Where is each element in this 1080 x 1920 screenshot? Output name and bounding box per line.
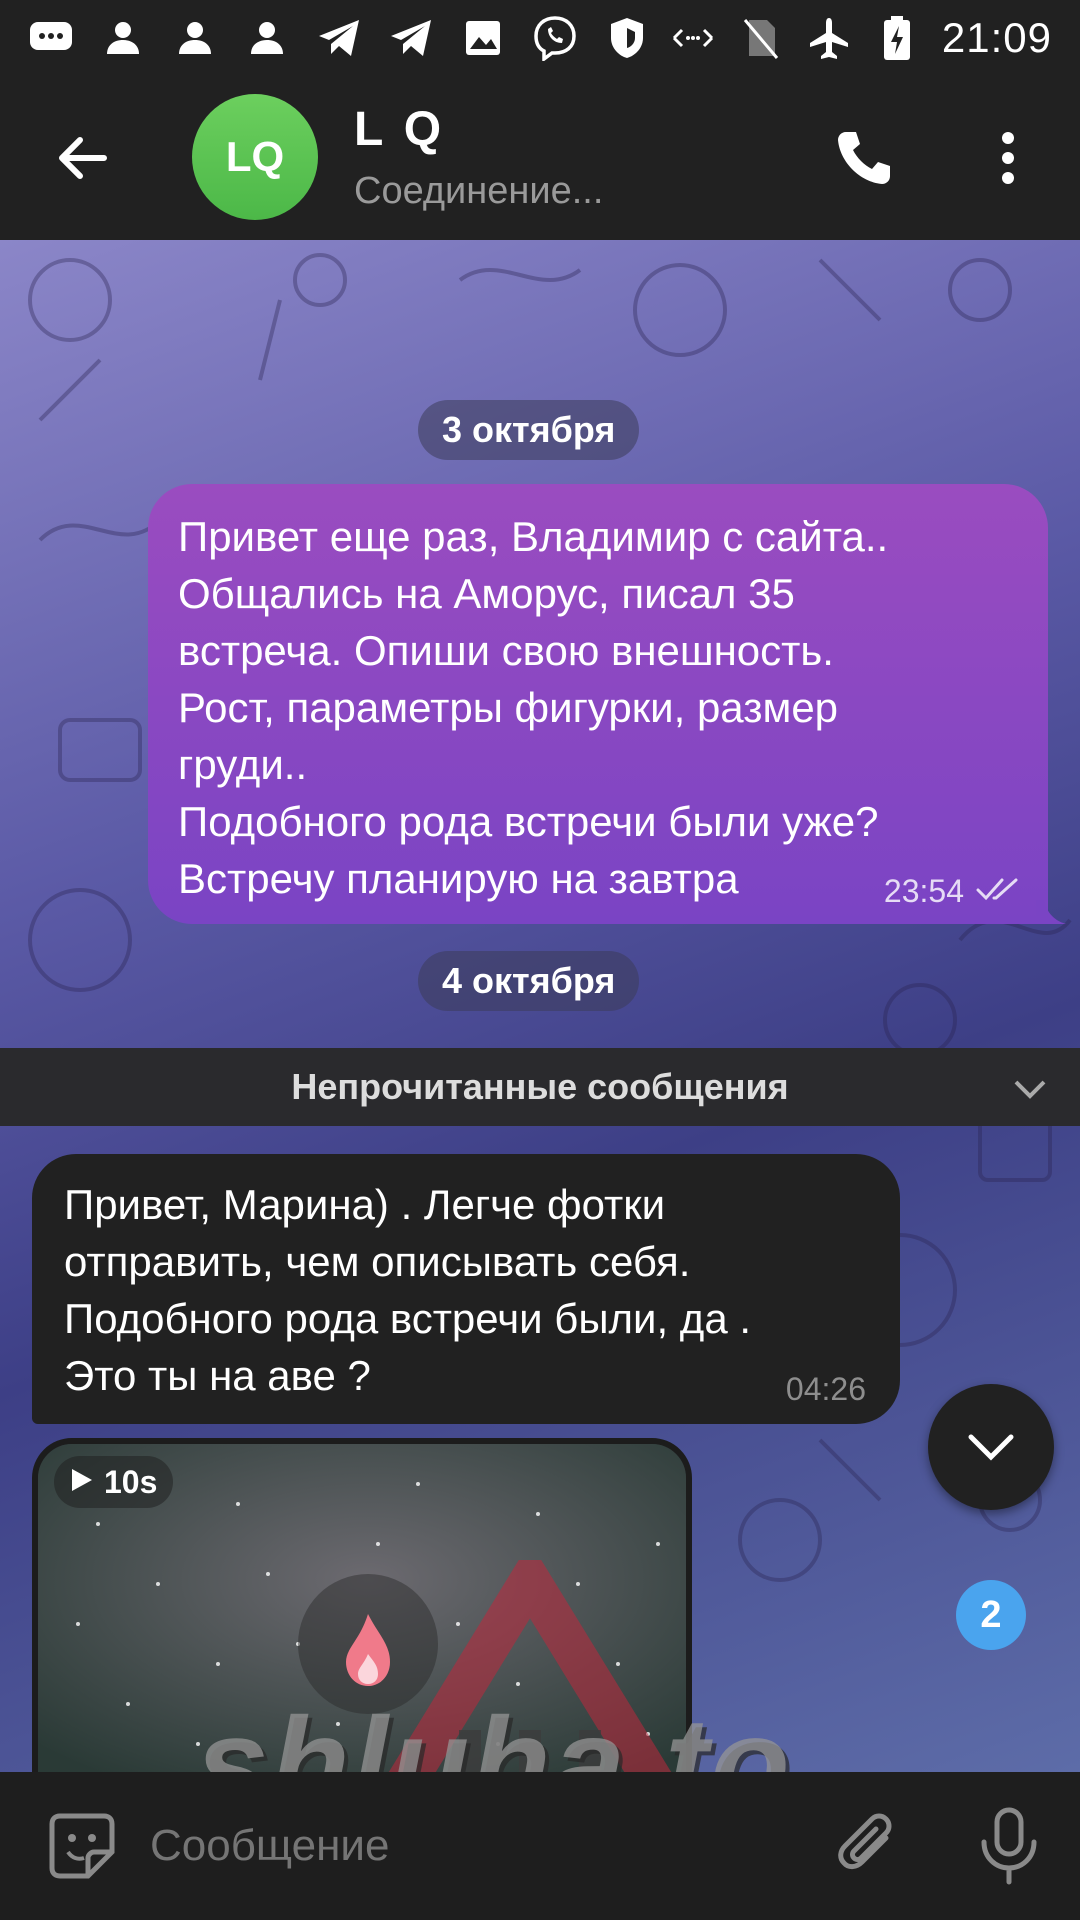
person-icon [100, 15, 146, 61]
message-time: 23:54 [883, 873, 964, 909]
bubble-tail [1036, 900, 1066, 924]
unread-messages-divider: Непрочитанные сообщения [0, 1048, 1080, 1126]
back-arrow-icon[interactable] [52, 128, 112, 188]
status-bar: 21:09 [0, 0, 1080, 76]
person-icon [172, 15, 218, 61]
message-input[interactable] [150, 1808, 790, 1884]
image-icon [460, 15, 506, 61]
paperclip-icon[interactable] [830, 1808, 906, 1884]
chat-area[interactable]: 3 октября Привет еще раз, Владимир с сай… [0, 240, 1080, 1772]
message-meta: 23:54 [884, 873, 1026, 910]
outgoing-message[interactable]: Привет еще раз, Владимир с сайта.. Общал… [148, 484, 1048, 924]
chat-header: LQ L Q Соединение... [0, 76, 1080, 240]
notification-icons [28, 15, 650, 61]
more-vert-icon[interactable] [988, 126, 1028, 190]
unread-count-badge: 2 [956, 1580, 1026, 1650]
unread-label: Непрочитанные сообщения [291, 1066, 789, 1107]
airplane-icon [806, 15, 852, 61]
play-icon [70, 1464, 94, 1501]
video-duration: 10s [104, 1463, 158, 1500]
sticker-emoji-icon[interactable] [44, 1808, 120, 1884]
telegram-icon [388, 15, 434, 61]
video-duration-badge: 10s [54, 1456, 174, 1508]
chevron-down-icon [968, 1434, 1014, 1461]
chevron-down-icon [1010, 1068, 1050, 1108]
telegram-icon [316, 15, 362, 61]
message-input-bar [0, 1772, 1080, 1920]
person-icon [244, 15, 290, 61]
chat-title[interactable]: L Q [354, 102, 445, 157]
no-sim-icon [738, 15, 784, 61]
message-text: Привет еще раз, Владимир с сайта.. Общал… [178, 513, 889, 902]
date-separator: 4 октября [418, 951, 640, 1011]
connection-status: Соединение... [354, 170, 604, 212]
date-separator: 3 октября [418, 400, 640, 460]
viber-icon [532, 15, 578, 61]
data-arrows-icon [670, 15, 716, 61]
message-icon [28, 15, 74, 61]
microphone-icon[interactable] [974, 1806, 1044, 1886]
avatar[interactable]: LQ [192, 94, 318, 220]
message-time: 04:26 [785, 1371, 866, 1407]
clock: 21:09 [941, 14, 1052, 61]
system-icons: 21:09 [670, 14, 1052, 62]
battery-charging-icon [874, 15, 920, 61]
scroll-down-button[interactable] [928, 1384, 1054, 1510]
incoming-message[interactable]: Привет, Марина) . Легче фотки отправить,… [32, 1154, 900, 1424]
phone-call-icon[interactable] [832, 126, 896, 190]
message-text: Привет, Марина) . Легче фотки отправить,… [64, 1181, 752, 1399]
shield-icon [604, 15, 650, 61]
double-check-icon [976, 873, 1026, 910]
